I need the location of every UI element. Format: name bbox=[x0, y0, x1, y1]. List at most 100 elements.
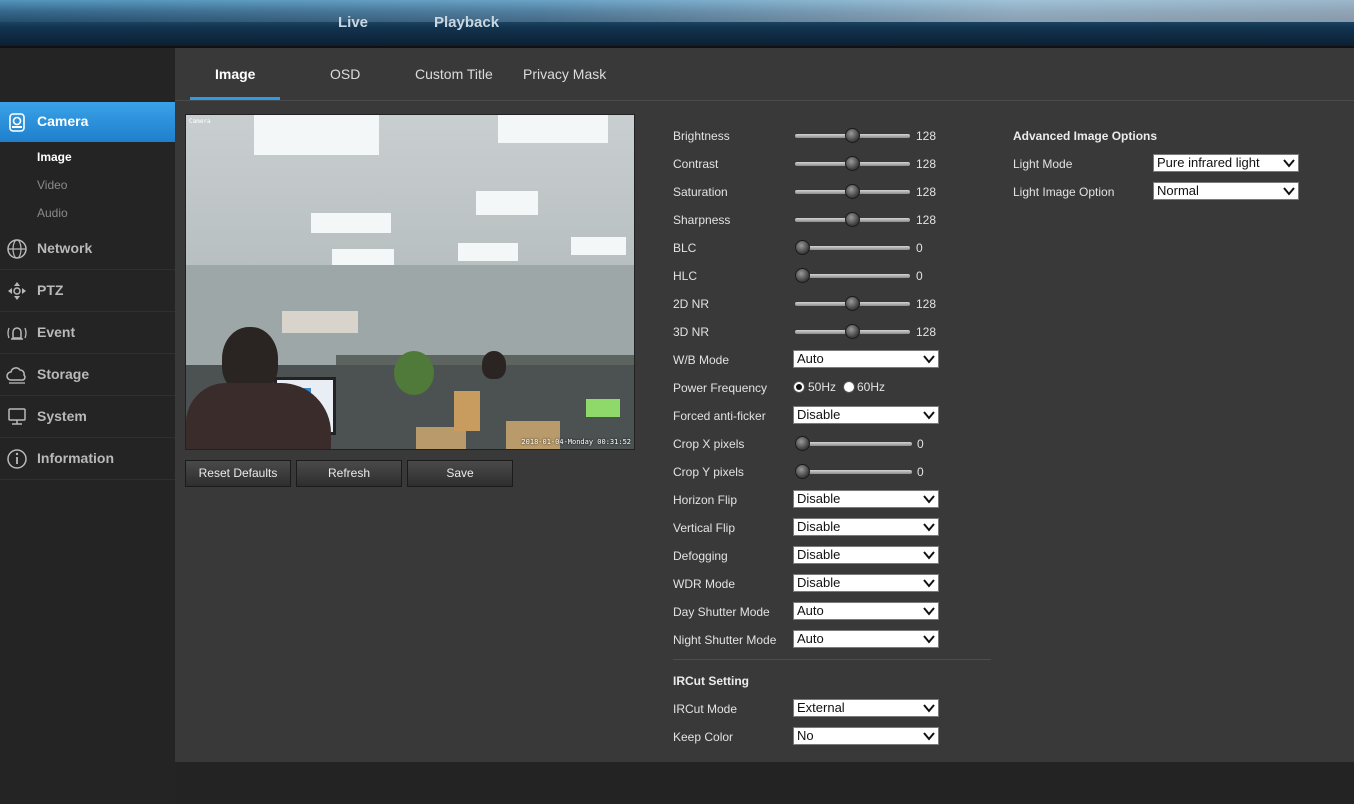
nav-playback[interactable]: Playback bbox=[434, 14, 499, 31]
slider-knob[interactable] bbox=[795, 268, 810, 283]
select-value: Normal bbox=[1157, 183, 1199, 198]
video-preview[interactable]: Camera 2018-01-04-Monday 00:31:52 bbox=[185, 114, 635, 450]
slider-knob[interactable] bbox=[795, 464, 810, 479]
slider-knob[interactable] bbox=[795, 240, 810, 255]
crop-x-slider[interactable] bbox=[795, 436, 912, 452]
saturation-label: Saturation bbox=[673, 185, 728, 199]
select-value: Auto bbox=[797, 603, 824, 618]
section-divider bbox=[673, 659, 991, 660]
light-image-option-label: Light Image Option bbox=[1013, 185, 1115, 199]
keep-color-select[interactable]: No bbox=[793, 727, 939, 745]
sidebar-item-label: Event bbox=[37, 324, 76, 340]
chevron-down-icon bbox=[923, 551, 935, 560]
tab-privacy-mask[interactable]: Privacy Mask bbox=[523, 66, 606, 82]
slider-track bbox=[795, 274, 910, 278]
sidebar-item-network[interactable]: Network bbox=[0, 228, 175, 270]
saturation-slider[interactable] bbox=[795, 184, 910, 200]
anti-flicker-select[interactable]: Disable bbox=[793, 406, 939, 424]
sidebar-item-camera[interactable]: Camera bbox=[0, 102, 185, 142]
select-value: Pure infrared light bbox=[1157, 155, 1260, 170]
tab-bar: Image OSD Custom Title Privacy Mask bbox=[175, 48, 1354, 101]
globe-icon bbox=[6, 238, 28, 260]
horizon-flip-select[interactable]: Disable bbox=[793, 490, 939, 508]
radio-50hz[interactable] bbox=[793, 381, 805, 393]
nr2d-label: 2D NR bbox=[673, 297, 710, 311]
day-shutter-label: Day Shutter Mode bbox=[673, 605, 770, 619]
select-value: Disable bbox=[797, 575, 841, 590]
hlc-label: HLC bbox=[673, 269, 698, 283]
wdr-mode-select[interactable]: Disable bbox=[793, 574, 939, 592]
sidebar-item-ptz[interactable]: PTZ bbox=[0, 270, 175, 312]
chevron-down-icon bbox=[923, 495, 935, 504]
contrast-label: Contrast bbox=[673, 157, 719, 171]
ircut-section-title: IRCut Setting bbox=[673, 674, 749, 688]
slider-knob[interactable] bbox=[845, 212, 860, 227]
blc-slider[interactable] bbox=[795, 240, 910, 256]
ircut-mode-select[interactable]: External bbox=[793, 699, 939, 717]
sharpness-slider[interactable] bbox=[795, 212, 910, 228]
slider-knob[interactable] bbox=[795, 436, 810, 451]
ptz-icon bbox=[6, 280, 28, 302]
refresh-button[interactable]: Refresh bbox=[296, 460, 402, 487]
sidebar-item-label: Information bbox=[37, 450, 114, 466]
horizon-flip-label: Horizon Flip bbox=[673, 493, 738, 507]
sidebar-item-event[interactable]: Event bbox=[0, 312, 175, 354]
select-value: Disable bbox=[797, 491, 841, 506]
sidebar-subitem-video[interactable]: Video bbox=[37, 178, 67, 192]
cloud-icon bbox=[6, 364, 28, 386]
nr2d-slider[interactable] bbox=[795, 296, 910, 312]
slider-knob[interactable] bbox=[845, 184, 860, 199]
sidebar-item-system[interactable]: System bbox=[0, 396, 175, 438]
save-button[interactable]: Save bbox=[407, 460, 513, 487]
slider-knob[interactable] bbox=[845, 324, 860, 339]
nr3d-slider[interactable] bbox=[795, 324, 910, 340]
contrast-slider[interactable] bbox=[795, 156, 910, 172]
active-tab-indicator bbox=[190, 97, 280, 100]
wb-mode-select[interactable]: Auto bbox=[793, 350, 939, 368]
slider-knob[interactable] bbox=[845, 156, 860, 171]
main-panel: Image OSD Custom Title Privacy Mask Came… bbox=[175, 48, 1354, 762]
defogging-label: Defogging bbox=[673, 549, 728, 563]
power-frequency-label: Power Frequency bbox=[673, 381, 768, 395]
brightness-slider[interactable] bbox=[795, 128, 910, 144]
advanced-options-title: Advanced Image Options bbox=[1013, 129, 1158, 143]
light-image-option-select[interactable]: Normal bbox=[1153, 182, 1299, 200]
chevron-down-icon bbox=[1283, 187, 1295, 196]
chevron-down-icon bbox=[923, 732, 935, 741]
wb-mode-label: W/B Mode bbox=[673, 353, 730, 367]
select-value: No bbox=[797, 728, 814, 743]
vertical-flip-select[interactable]: Disable bbox=[793, 518, 939, 536]
chevron-down-icon bbox=[1283, 159, 1295, 168]
hlc-slider[interactable] bbox=[795, 268, 910, 284]
light-mode-select[interactable]: Pure infrared light bbox=[1153, 154, 1299, 172]
saturation-value: 128 bbox=[916, 185, 937, 199]
tab-image[interactable]: Image bbox=[215, 66, 255, 82]
slider-knob[interactable] bbox=[845, 296, 860, 311]
sidebar-subitem-audio[interactable]: Audio bbox=[37, 206, 68, 220]
sidebar-item-storage[interactable]: Storage bbox=[0, 354, 175, 396]
reset-defaults-button[interactable]: Reset Defaults bbox=[185, 460, 291, 487]
select-value: Auto bbox=[797, 631, 824, 646]
top-navigation-bar: Live Playback bbox=[0, 0, 1354, 46]
info-icon bbox=[6, 448, 28, 470]
camera-icon bbox=[6, 112, 28, 134]
tab-osd[interactable]: OSD bbox=[330, 66, 360, 82]
scene-person-body bbox=[186, 383, 331, 449]
slider-track bbox=[795, 246, 910, 250]
sidebar-subitem-image[interactable]: Image bbox=[37, 150, 72, 164]
night-shutter-select[interactable]: Auto bbox=[793, 630, 939, 648]
radio-60hz[interactable] bbox=[843, 381, 855, 393]
nav-live[interactable]: Live bbox=[338, 14, 368, 31]
tab-custom-title[interactable]: Custom Title bbox=[415, 66, 493, 82]
blc-value: 0 bbox=[916, 241, 923, 255]
slider-knob[interactable] bbox=[845, 128, 860, 143]
keep-color-label: Keep Color bbox=[673, 730, 734, 744]
brightness-label: Brightness bbox=[673, 129, 730, 143]
crop-y-label: Crop Y pixels bbox=[673, 465, 744, 479]
sidebar-item-information[interactable]: Information bbox=[0, 438, 175, 480]
day-shutter-select[interactable]: Auto bbox=[793, 602, 939, 620]
radio-60hz-label: 60Hz bbox=[857, 380, 886, 394]
defogging-select[interactable]: Disable bbox=[793, 546, 939, 564]
crop-y-slider[interactable] bbox=[795, 464, 912, 480]
night-shutter-label: Night Shutter Mode bbox=[673, 633, 777, 647]
